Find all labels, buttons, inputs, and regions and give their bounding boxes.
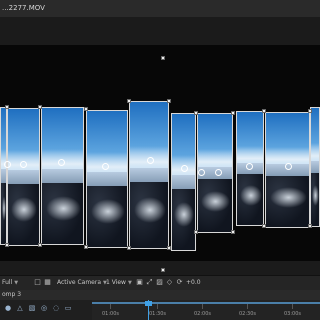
ruler-tick	[110, 304, 111, 309]
playhead[interactable]	[148, 300, 149, 320]
reset-exposure-icon[interactable]: ⟳	[176, 279, 183, 286]
ruler-label: 02:00s	[194, 311, 212, 317]
motion-blur-icon[interactable]: ◎	[40, 304, 48, 312]
anchor-point-icon[interactable]	[147, 157, 154, 164]
transform-handle[interactable]	[231, 230, 235, 234]
transform-handle[interactable]	[167, 246, 171, 250]
transform-handle[interactable]	[127, 99, 131, 103]
transform-handle[interactable]	[5, 105, 9, 109]
footage-strip-9[interactable]	[265, 112, 310, 228]
transform-handle[interactable]	[194, 230, 198, 234]
work-area-bar[interactable]	[92, 302, 320, 304]
footage-strip-3[interactable]	[41, 107, 84, 245]
anchor-point-icon[interactable]	[285, 163, 292, 170]
transform-handle-top[interactable]	[161, 56, 165, 60]
timeline-panel: ● △ ▧ ◎ ◌ ▭ 01:00s 01:30s 02:00s 02:30s …	[0, 300, 320, 320]
transform-handle[interactable]	[231, 111, 235, 115]
anchor-point-icon[interactable]	[215, 169, 222, 176]
fast-previews-icon[interactable]: ⤢	[146, 279, 153, 286]
flowchart-icon[interactable]: ◇	[166, 279, 173, 286]
camera-dropdown[interactable]: Active Camera ▼	[57, 276, 107, 290]
anchor-point-icon[interactable]	[20, 161, 27, 168]
ruler-tick	[202, 304, 203, 309]
transform-handle[interactable]	[262, 224, 266, 228]
shy-icon[interactable]: △	[16, 304, 24, 312]
footage-strip-2[interactable]	[7, 108, 40, 246]
ruler-tick	[157, 304, 158, 309]
exposure-value[interactable]: +0.0	[186, 276, 201, 290]
file-tab[interactable]: ...2277.MOV	[0, 0, 51, 17]
ruler-label: 01:30s	[149, 311, 167, 317]
anchor-point-icon[interactable]	[102, 163, 109, 170]
time-ruler[interactable]: 01:00s 01:30s 02:00s 02:30s 03:00s	[92, 300, 320, 320]
resolution-dropdown[interactable]: Full ▼	[2, 276, 18, 290]
camera-label: Active Camera	[57, 279, 102, 286]
transparency-grid-icon[interactable]: ▦	[44, 279, 51, 286]
footage-strip-6[interactable]	[171, 113, 196, 251]
composition-viewer[interactable]	[0, 17, 320, 275]
transform-handle[interactable]	[5, 243, 9, 247]
views-label: 1 View	[106, 279, 126, 286]
footage-strip-1[interactable]	[0, 107, 7, 245]
views-dropdown[interactable]: 1 View ▼	[106, 276, 132, 290]
transform-handle[interactable]	[38, 243, 42, 247]
frame-blending-icon[interactable]: ▧	[28, 304, 36, 312]
ruler-label: 03:00s	[284, 311, 302, 317]
transform-handle[interactable]	[127, 246, 131, 250]
resolution-label: Full	[2, 279, 13, 286]
timeline-icon[interactable]: ▨	[156, 279, 163, 286]
transform-handle[interactable]	[38, 105, 42, 109]
toggle-pixel-aspect-icon[interactable]: ▣	[136, 279, 143, 286]
anchor-point-icon[interactable]	[58, 159, 65, 166]
footage-strip-10[interactable]	[310, 107, 320, 227]
composition-frame[interactable]	[0, 45, 320, 272]
comp-tab[interactable]: omp 3	[2, 290, 21, 300]
chevron-down-icon: ▼	[14, 280, 19, 286]
anchor-point-icon[interactable]	[198, 169, 205, 176]
draft-3d-icon[interactable]: ▭	[64, 304, 72, 312]
title-bar: ...2277.MOV	[0, 0, 320, 18]
solo-icon[interactable]: ●	[4, 304, 12, 312]
anchor-point-icon[interactable]	[181, 165, 188, 172]
ruler-label: 01:00s	[102, 311, 120, 317]
transform-handle-bottom[interactable]	[161, 268, 165, 272]
transform-handle[interactable]	[194, 111, 198, 115]
transform-handle[interactable]	[84, 245, 88, 249]
region-of-interest-icon[interactable]: □	[34, 279, 41, 286]
anchor-point-icon[interactable]	[4, 161, 11, 168]
ruler-tick	[292, 304, 293, 309]
ruler-label: 02:30s	[239, 311, 257, 317]
transform-handle[interactable]	[167, 99, 171, 103]
timeline-panel-header: omp 3	[0, 290, 320, 300]
ruler-tick	[247, 304, 248, 309]
transform-handle[interactable]	[308, 109, 312, 113]
transform-handle[interactable]	[308, 224, 312, 228]
viewer-toolbar: Full ▼ □ ▦ Active Camera ▼ 1 View ▼ ▣ ⤢ ▨ ◇…	[0, 275, 320, 291]
chevron-down-icon: ▼	[127, 280, 132, 286]
footage-strip-4[interactable]	[86, 110, 128, 248]
graph-editor-icon[interactable]: ◌	[52, 304, 60, 312]
footage-strip-5[interactable]	[129, 101, 169, 249]
transform-handle[interactable]	[84, 107, 88, 111]
transform-handle[interactable]	[262, 109, 266, 113]
anchor-point-icon[interactable]	[246, 163, 253, 170]
